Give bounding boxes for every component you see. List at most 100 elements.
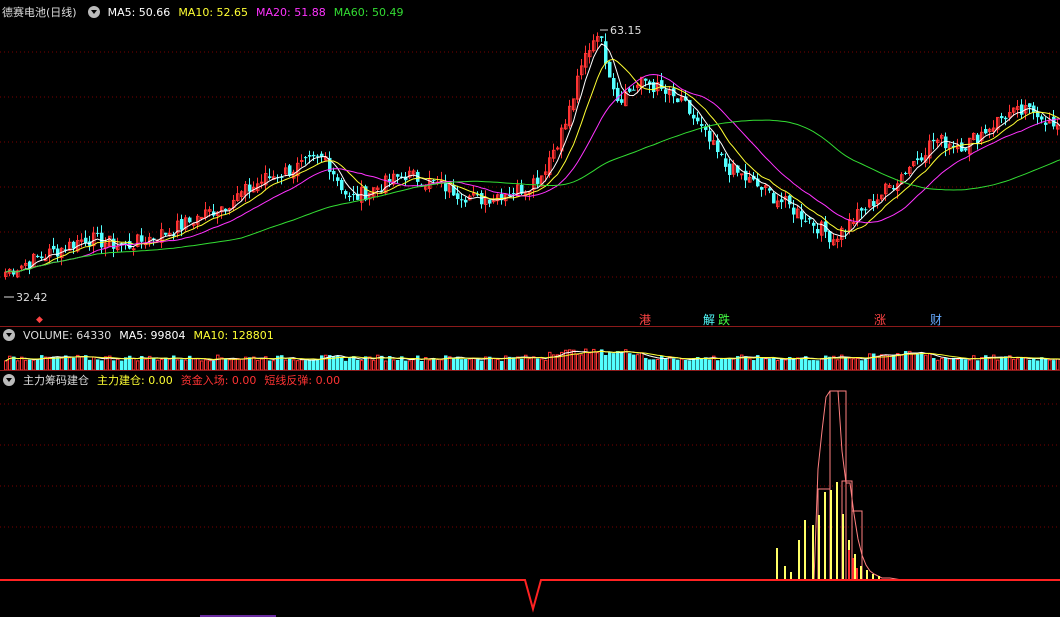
volume-bar-down [616,351,620,370]
volume-bar-up [912,353,916,371]
candle-up [132,248,136,251]
volume-bar-up [884,354,888,371]
volume-bar-up [796,357,800,371]
volume-bar-down [1000,356,1004,370]
volume-bar-down [28,359,32,370]
volume-bar-up [764,358,768,371]
candle-down [332,171,336,175]
volume-bar-up [116,358,120,371]
candle-down [268,176,272,179]
volume-bar-down [348,358,352,370]
volume-bar-down [672,358,676,370]
candle-down [536,177,540,184]
volume-bar-up [32,359,36,371]
volume-bar-down [684,359,688,370]
volume-bar-down [180,359,184,370]
volume-chart[interactable] [0,327,1060,371]
volume-bar-down [1020,357,1024,370]
volume-bar-up [1048,359,1052,371]
candle-down [772,193,776,204]
volume-bar-up [136,360,140,371]
volume-bar-up [580,354,584,371]
volume-bar-up [220,357,224,371]
accumulation-bar [784,566,786,580]
candle-down [828,231,832,243]
volume-bar-down [864,359,868,370]
volume-bar-up [372,359,376,371]
price-chart[interactable]: 63.15 32.42 ◆ [0,0,1060,327]
indicator-panel: 主力筹码建仓 主力建仓: 0.00 资金入场: 0.00 短线反弹: 0.00 [0,371,1060,617]
volume-bar-down [112,360,116,370]
volume-bar-up [836,359,840,371]
candle-down [864,209,868,211]
volume-bar-up [588,352,592,371]
volume-bar-down [612,353,616,370]
volume-bar-up [636,354,640,371]
volume-bar-down [464,358,468,370]
volume-bar-up [132,357,136,371]
volume-bar-up [384,360,388,371]
candle-down [1028,103,1032,108]
volume-bar-down [704,357,708,370]
volume-bar-up [668,356,672,371]
volume-bar-up [548,351,552,371]
candle-down [36,255,40,258]
candle-down [480,193,484,205]
candle-down [312,154,316,157]
accumulation-bar [812,525,814,580]
accumulation-bar [854,554,856,580]
volume-bar-up [900,354,904,371]
candle-down [248,184,252,192]
volume-bar-down [688,360,692,370]
volume-bar-up [776,359,780,371]
volume-bar-down [288,357,292,370]
volume-bar-down [816,360,820,370]
candle-down [644,78,648,81]
volume-bar-down [976,360,980,370]
volume-bar-up [4,360,8,371]
volume-bar-up [408,360,412,371]
volume-bar-up [968,359,972,371]
candle-down [96,232,100,234]
volume-bar-up [292,359,296,371]
volume-bar-down [36,359,40,370]
candle-down [628,88,632,92]
candle-down [812,222,816,226]
volume-bar-up [24,359,28,371]
candle-down [432,180,436,182]
volume-bar-down [304,360,308,370]
candle-down [52,245,56,250]
volume-bar-down [248,357,252,370]
volume-bar-down [1044,358,1048,370]
indicator-chart[interactable] [0,371,1060,617]
accumulation-bar [798,540,800,580]
volume-bar-down [916,353,920,370]
volume-bar-down [212,360,216,370]
candle-down [792,207,796,215]
indicator-baseline [0,579,1060,613]
volume-bar-down [648,359,652,370]
candle-down [720,153,724,155]
volume-bar-up [468,358,472,371]
volume-bar-up [144,358,148,371]
candle-down [604,41,608,64]
candle-down [920,157,924,161]
candle-down [1000,116,1004,119]
accumulation-bar [866,570,868,580]
volume-bar-down [780,358,784,370]
candle-down [316,155,320,157]
candle-down [12,270,16,275]
volume-bar-down [224,358,228,370]
volume-panel: VOLUME: 64330 MA5: 99804 MA10: 128801 [0,327,1060,371]
volume-bar-up [92,356,96,371]
candle-down [352,194,356,196]
volume-bar-down [152,357,156,370]
candle-up [300,159,304,162]
candle-up [852,222,856,225]
candle-down [1040,116,1044,120]
volume-bar-up [156,359,160,371]
volume-bar-down [312,359,316,370]
volume-bar-up [412,359,416,371]
candle-down [804,220,808,222]
volume-bar-up [428,359,432,371]
